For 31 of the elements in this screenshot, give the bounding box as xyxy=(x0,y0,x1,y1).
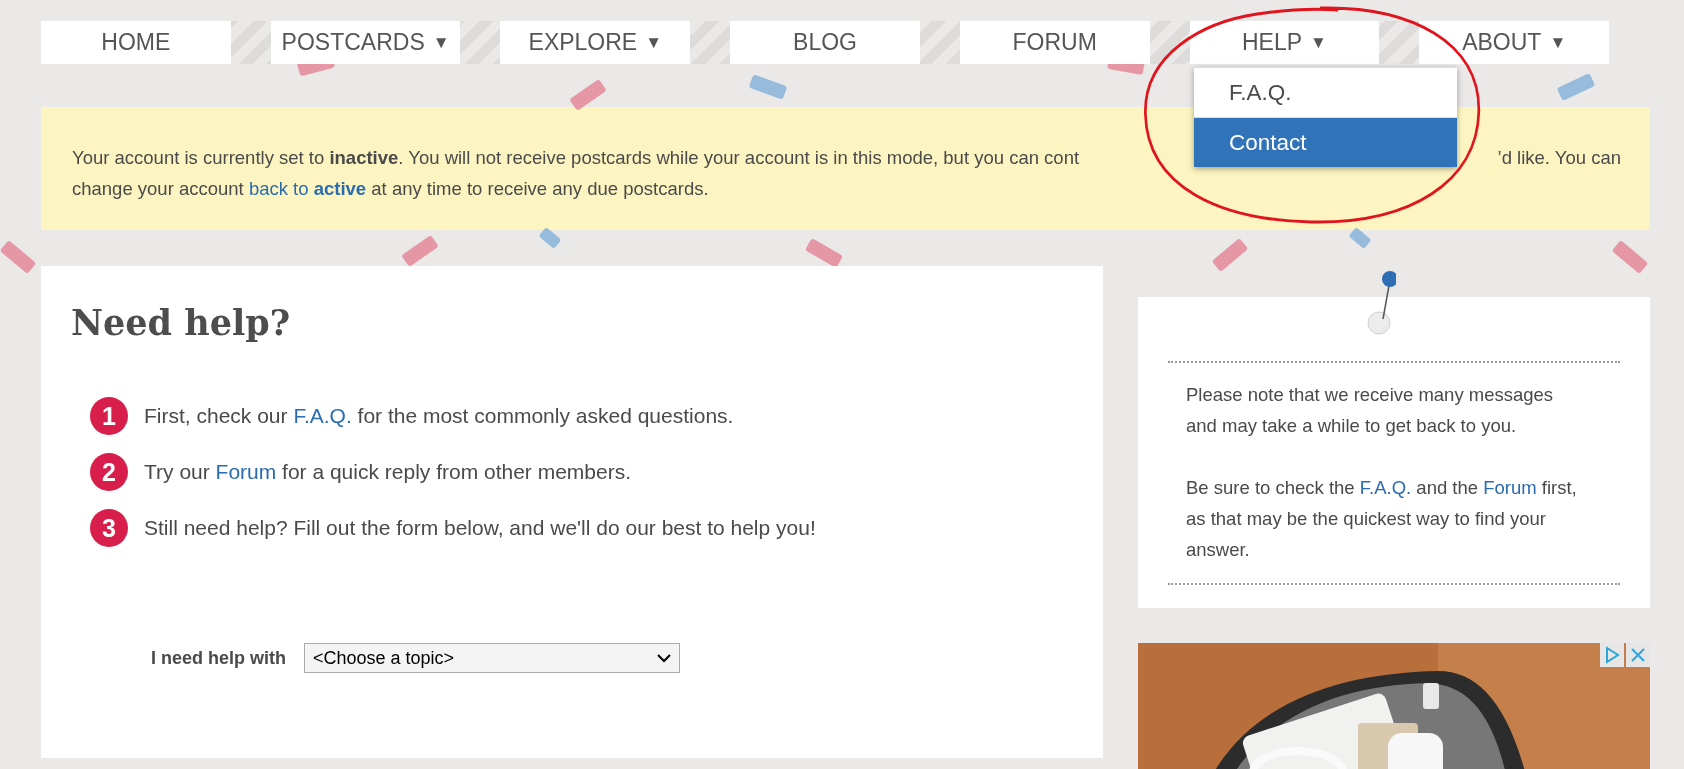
nav-link[interactable]: POSTCARDS ▼ xyxy=(270,21,461,64)
step-text: Still need help? Fill out the form below, and we'll do our best to help you! xyxy=(144,516,816,540)
topic-select[interactable]: <Choose a topic> xyxy=(304,643,680,673)
step-text: Try our Forum for a quick reply from other members. xyxy=(144,460,632,484)
ad-choices-icon[interactable] xyxy=(1600,643,1624,667)
nav-link[interactable]: FORUM xyxy=(959,21,1150,64)
menu-item[interactable]: Contact xyxy=(1194,117,1457,167)
nav-link[interactable]: ABOUT ▼ xyxy=(1419,21,1610,64)
step-number: 2 xyxy=(90,453,128,491)
page-title: Need help? xyxy=(71,302,291,343)
account-link[interactable]: back to active xyxy=(248,178,367,199)
nav-link[interactable]: EXPLORE ▼ xyxy=(500,21,691,64)
nav-link[interactable]: HOME xyxy=(41,21,231,64)
inline-link[interactable]: F.A.Q. xyxy=(293,404,352,427)
notice-text: ’d like. You can xyxy=(1497,146,1621,170)
note-link[interactable]: F.A.Q. xyxy=(1359,477,1412,498)
topic-label: I need help with xyxy=(151,647,286,669)
notice-text: change your account back to active at any time to receive any due postcards. xyxy=(72,177,709,201)
inline-link[interactable]: Forum xyxy=(215,460,277,483)
nav-link[interactable]: HELP ▼ xyxy=(1189,21,1380,64)
step-number: 3 xyxy=(90,509,128,547)
note-link[interactable]: Forum xyxy=(1483,477,1537,498)
pin-icon xyxy=(1366,271,1396,337)
note-text: Please note that we receive many messages and may take a while to get back to you. xyxy=(1186,383,1555,438)
step-text: First, check our F.A.Q. for the most commonly asked questions. xyxy=(144,404,734,428)
chevron-down-icon xyxy=(657,653,671,663)
close-icon[interactable] xyxy=(1626,643,1650,667)
nav-link[interactable]: BLOG xyxy=(730,21,920,64)
notice-text: Your account is currently set to inactive. You will not receive postcards while your account is in this mode, but you can cont xyxy=(72,146,1080,170)
step-number: 1 xyxy=(90,397,128,435)
note-text: Be sure to check the F.A.Q. and the Forum first, as that may be the quickest way to find your answer. xyxy=(1186,476,1578,562)
